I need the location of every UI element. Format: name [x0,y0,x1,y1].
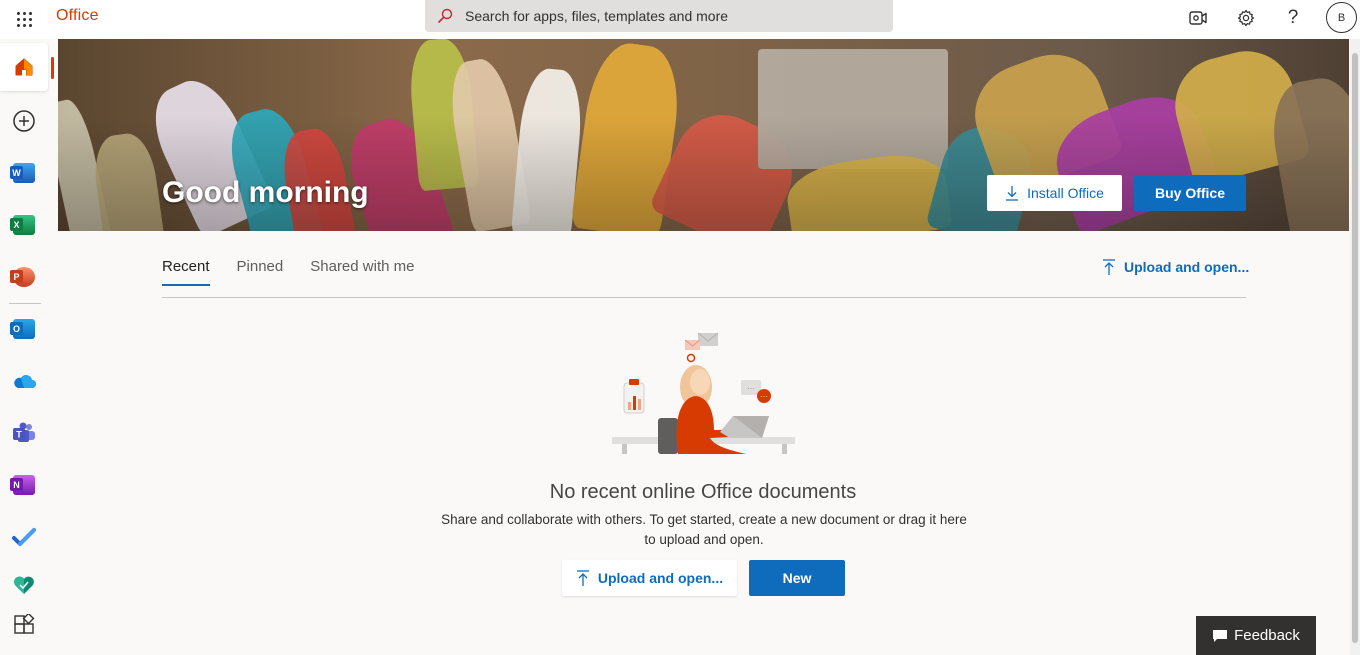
page-scrollbar[interactable] [1350,39,1360,655]
app-launcher-icon[interactable] [10,5,38,33]
search-icon [425,8,465,24]
install-office-label: Install Office [1027,185,1104,201]
svg-text:T: T [16,430,22,440]
tab-shared-with-me[interactable]: Shared with me [310,258,414,286]
rail-item-home[interactable] [0,43,54,91]
meet-now-icon[interactable] [1184,4,1212,32]
search-box[interactable]: Search for apps, files, templates and mo… [425,0,893,32]
hero-banner: Good morning Install Office Buy Office [58,39,1349,231]
family-safety-icon [14,576,34,594]
empty-state-illustration: ··· ··· [610,330,798,458]
excel-icon: X [10,215,35,235]
rail-item-create[interactable] [0,97,48,145]
upload-and-open-button-label: Upload and open... [597,570,724,586]
new-button[interactable]: New [749,560,845,596]
powerpoint-icon: P [10,267,35,287]
outlook-icon: O [10,319,35,339]
feedback-button[interactable]: Feedback [1196,616,1316,655]
feedback-icon [1213,629,1228,642]
search-input[interactable]: Search for apps, files, templates and mo… [465,8,728,24]
upload-and-open-label: Upload and open... [1124,259,1250,275]
empty-state-description: Share and collaborate with others. To ge… [441,512,967,547]
greeting-title: Good morning [162,176,369,209]
buy-office-button[interactable]: Buy Office [1134,175,1246,211]
upload-and-open-button[interactable]: Upload and open... [562,560,737,596]
tab-pinned[interactable]: Pinned [237,258,284,286]
document-tabs: Recent Pinned Shared with me [162,258,441,288]
install-office-button[interactable]: Install Office [987,175,1122,211]
word-icon: W [10,163,35,183]
left-rail: W X P O T N [0,39,56,655]
rail-item-teams[interactable]: T [0,409,48,457]
teams-icon: T [13,422,35,442]
rail-item-todo[interactable] [0,513,48,561]
tabs-divider [162,297,1246,298]
plus-circle-icon [13,110,35,132]
home-icon [15,58,33,76]
upload-icon [576,570,589,586]
office-brand[interactable]: Office [56,7,99,25]
svg-text:···: ··· [747,384,755,393]
onedrive-icon [14,375,36,388]
rail-item-word[interactable]: W [0,149,48,197]
rail-item-outlook[interactable]: O [0,305,48,353]
upload-icon [1103,259,1115,275]
rail-item-excel[interactable]: X [0,201,48,249]
help-icon[interactable]: ? [1279,4,1307,32]
tab-recent[interactable]: Recent [162,258,210,286]
rail-item-all-apps[interactable] [0,601,48,649]
top-bar: Office Search for apps, files, templates… [0,0,1360,39]
rail-item-onedrive[interactable] [0,357,48,405]
rail-item-powerpoint[interactable]: P [0,253,48,301]
download-icon [1006,186,1019,201]
upload-and-open-link[interactable]: Upload and open... [1102,259,1249,275]
apps-icon [14,614,35,634]
svg-text:···: ··· [760,392,768,401]
scrollbar-thumb[interactable] [1352,53,1358,643]
todo-icon [12,528,36,546]
empty-state-title: No recent online Office documents [549,481,857,503]
settings-icon[interactable] [1232,4,1260,32]
rail-separator [9,303,41,304]
avatar[interactable]: B [1326,2,1357,33]
feedback-label: Feedback [1234,627,1300,644]
